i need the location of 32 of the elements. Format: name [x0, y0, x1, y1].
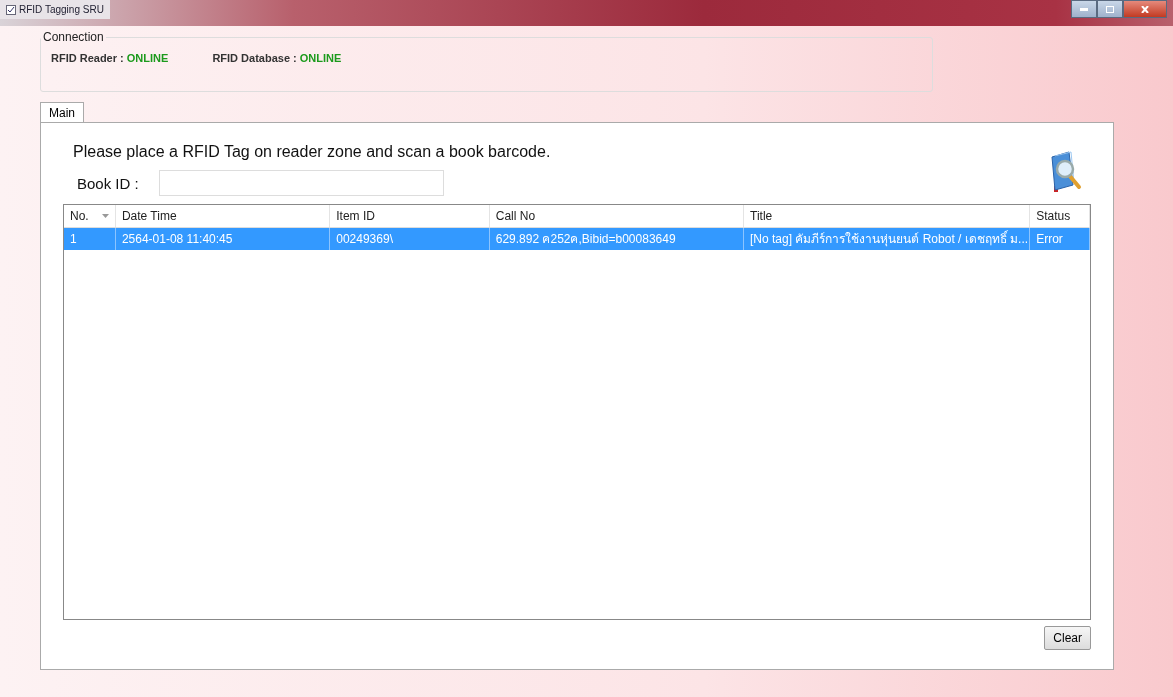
sort-caret-icon [101, 214, 109, 218]
minimize-icon [1080, 7, 1088, 11]
window-title: RFID Tagging SRU [19, 4, 104, 15]
table-cell: 2564-01-08 11:40:45 [115, 228, 331, 250]
table-cell: 629.892 ค252ค,Bibid=b00083649 [489, 228, 744, 250]
close-button[interactable] [1123, 0, 1167, 18]
column-header[interactable]: Status [1030, 205, 1090, 227]
status-value: ONLINE [126, 52, 169, 64]
close-icon [1141, 5, 1149, 13]
column-header[interactable]: Date Time [115, 205, 331, 227]
maximize-button[interactable] [1097, 0, 1123, 18]
book-magnifier-icon [1049, 151, 1083, 193]
column-header[interactable]: Item ID [330, 205, 490, 227]
group-title: Connection [42, 30, 105, 44]
table-cell: 1 [64, 228, 116, 250]
status-value: ONLINE [299, 52, 342, 64]
status-label: RFID Reader : [51, 52, 124, 64]
column-header[interactable]: Call No [489, 205, 744, 227]
clear-button[interactable]: Clear [1044, 626, 1091, 650]
minimize-button[interactable] [1071, 0, 1097, 18]
table-cell: 00249369\ [330, 228, 490, 250]
column-header[interactable]: Title [744, 205, 1031, 227]
column-header[interactable]: No. [64, 205, 116, 227]
table-cell: Error [1030, 228, 1090, 250]
input-field[interactable] [158, 170, 444, 196]
checkbox-icon [6, 4, 16, 15]
table-cell: [No tag] คัมภีร์การใช้งานหุ่นยนต์ Robot / เดชฤทธิ์ ม... [744, 228, 1031, 250]
tab[interactable]: Main [40, 102, 84, 122]
status-label: RFID Database : [212, 52, 297, 64]
instruction-text: Please place a RFID Tag on reader zone and scan a book barcode. [73, 143, 551, 161]
field-label: Book ID : [77, 174, 139, 192]
maximize-icon [1106, 5, 1114, 13]
